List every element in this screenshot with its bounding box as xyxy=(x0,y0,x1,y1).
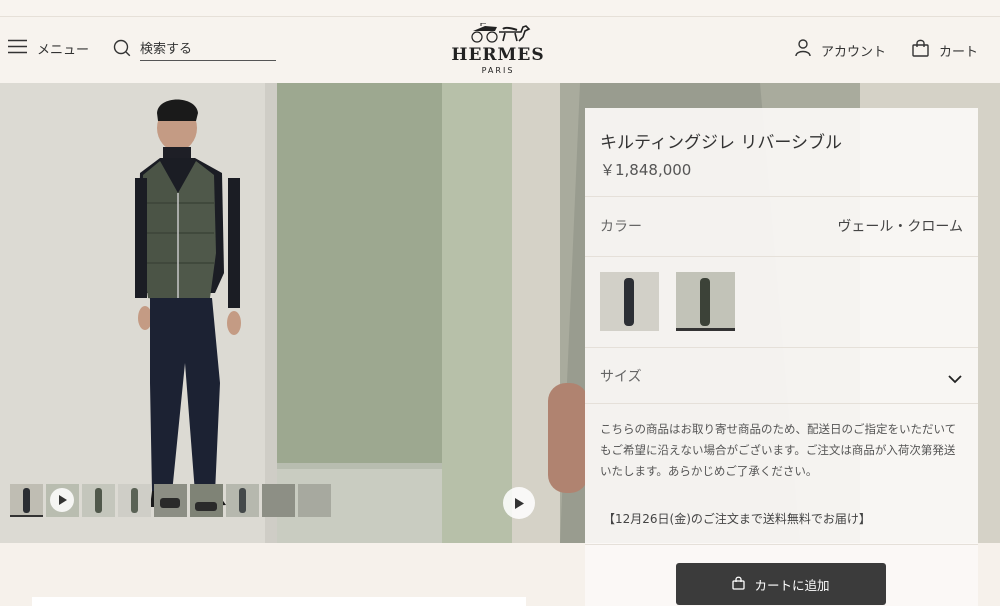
menu-button[interactable]: メニュー xyxy=(8,39,89,58)
thumbnail[interactable] xyxy=(118,484,151,517)
video-play-button[interactable] xyxy=(50,488,74,512)
site-header: メニュー 検索する HERMES PARIS アカウント カート xyxy=(0,17,1000,83)
play-icon xyxy=(515,497,524,509)
size-selector[interactable]: サイズ xyxy=(585,347,978,403)
color-label: カラー xyxy=(600,219,642,235)
divider xyxy=(585,196,978,197)
add-to-cart-label: カートに追加 xyxy=(754,577,830,593)
menu-label: メニュー xyxy=(37,43,90,58)
search-bar[interactable]: 検索する xyxy=(113,38,276,61)
content-card-edge xyxy=(32,597,526,606)
backorder-note: こちらの商品はお取り寄せ商品のため、配送日のご指定をいただいてもご希望に沿えない… xyxy=(600,422,957,478)
bag-icon xyxy=(912,39,929,61)
account-label: アカウント xyxy=(821,44,887,60)
color-swatch-selected[interactable] xyxy=(676,272,735,331)
product-info-panel: キルティングジレ リバーシブル ￥1,848,000 カラー ヴェール・クローム… xyxy=(585,108,978,606)
video-play-button[interactable] xyxy=(503,487,535,519)
cart-link[interactable]: カート xyxy=(912,39,978,61)
top-strip xyxy=(0,0,1000,17)
chevron-down-icon xyxy=(948,369,962,388)
thumbnail[interactable] xyxy=(82,484,115,517)
color-value: ヴェール・クローム xyxy=(837,219,963,235)
thumbnail[interactable] xyxy=(226,484,259,517)
thumbnail[interactable] xyxy=(154,484,187,517)
search-icon xyxy=(113,39,131,61)
thumbnail[interactable] xyxy=(298,484,331,517)
thumbnail[interactable] xyxy=(46,484,79,517)
play-icon xyxy=(58,495,67,505)
divider xyxy=(585,256,978,257)
divider xyxy=(585,403,978,404)
cart-label: カート xyxy=(939,44,979,60)
brand-city: PARIS xyxy=(481,66,515,75)
product-price: ￥1,848,000 xyxy=(600,161,692,179)
bag-icon xyxy=(732,576,746,593)
menu-icon xyxy=(8,39,27,58)
thumbnail[interactable] xyxy=(190,484,223,517)
thumbnail[interactable] xyxy=(10,484,43,517)
account-icon xyxy=(795,39,811,61)
thumbnail[interactable] xyxy=(262,484,295,517)
color-swatch[interactable] xyxy=(600,272,659,331)
thumbnail-strip xyxy=(10,484,331,517)
divider xyxy=(585,544,978,545)
account-link[interactable]: アカウント xyxy=(795,39,886,61)
hermes-logo[interactable]: HERMES PARIS xyxy=(449,22,547,75)
product-title: キルティングジレ リバーシブル xyxy=(600,133,843,153)
add-to-cart-button[interactable]: カートに追加 xyxy=(676,563,886,605)
size-label: サイズ xyxy=(600,369,642,385)
brand-name: HERMES xyxy=(451,45,545,65)
shipping-notice: 【12月26日(金)のご注文まで送料無料でお届け】 xyxy=(603,512,871,526)
search-input[interactable]: 検索する xyxy=(140,38,276,61)
